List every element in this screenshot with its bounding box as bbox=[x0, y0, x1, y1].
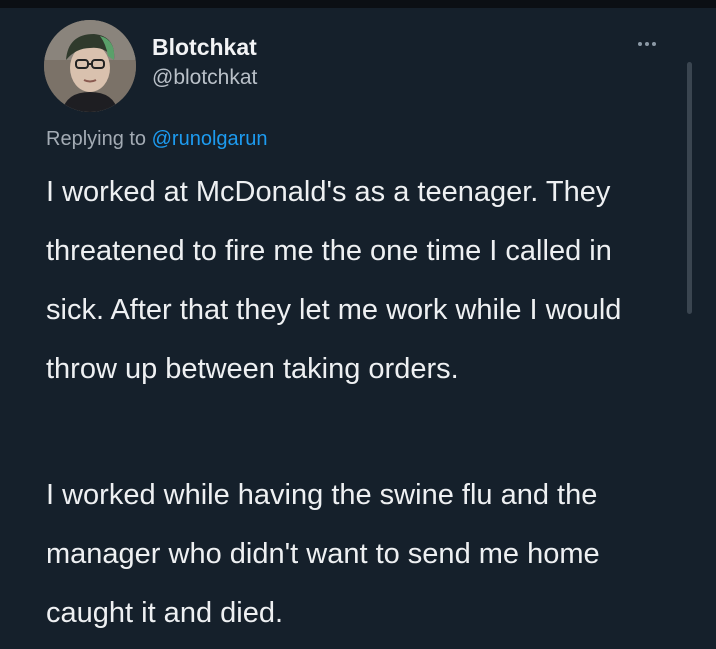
user-handle[interactable]: @blotchkat bbox=[152, 66, 257, 90]
tweet-paragraph: I worked while having the swine flu and … bbox=[46, 479, 600, 629]
replying-to-label: Replying to bbox=[46, 128, 147, 150]
top-edge-strip bbox=[0, 0, 716, 8]
more-options-button[interactable] bbox=[630, 32, 664, 56]
avatar[interactable] bbox=[44, 20, 136, 112]
more-dot bbox=[645, 42, 649, 46]
tweet-paragraph: I worked at McDonald's as a teenager. Th… bbox=[46, 176, 622, 385]
tweet-card: Blotchkat @blotchkat Replying to @runolg… bbox=[0, 8, 716, 649]
scrollbar[interactable] bbox=[687, 62, 692, 314]
display-name[interactable]: Blotchkat bbox=[152, 34, 257, 61]
replying-to-line: Replying to @runolgarun bbox=[46, 128, 268, 151]
replying-to-mention[interactable]: @runolgarun bbox=[152, 128, 268, 150]
avatar-image bbox=[44, 20, 136, 112]
more-dot bbox=[652, 42, 656, 46]
more-horizontal-icon bbox=[638, 42, 642, 46]
